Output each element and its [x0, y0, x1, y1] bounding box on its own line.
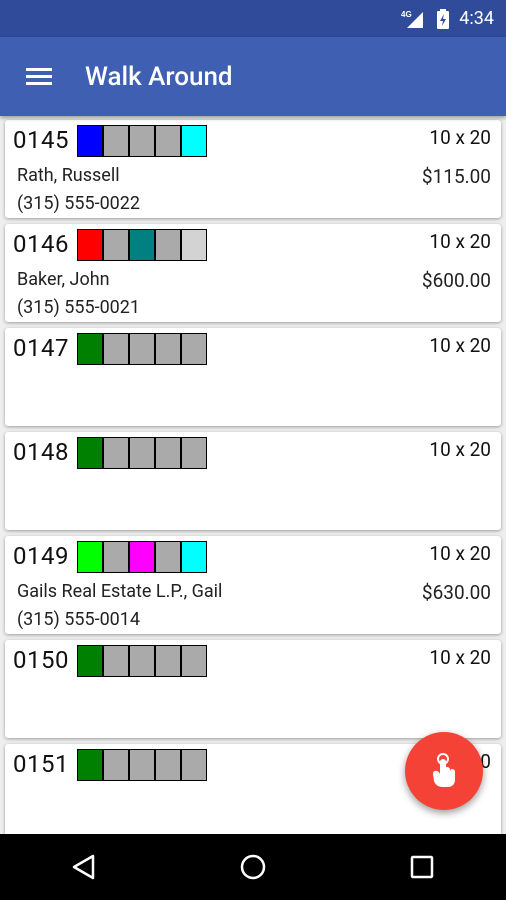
- status-swatch: [104, 646, 130, 676]
- status-swatch: [182, 646, 206, 676]
- tap-finger-icon: [433, 753, 455, 787]
- tenant-name: Gails Real Estate L.P., Gail: [17, 581, 223, 602]
- status-swatch: [104, 230, 130, 260]
- tenant-phone[interactable]: (315) 555-0021: [17, 297, 140, 318]
- status-color-swatches: [77, 749, 207, 781]
- status-time: 4:34: [459, 8, 494, 29]
- battery-icon: [437, 8, 450, 29]
- status-color-swatches: [77, 437, 207, 469]
- unit-number: 0145: [13, 126, 69, 154]
- walk-around-fab[interactable]: [405, 732, 483, 810]
- status-swatch: [182, 230, 206, 260]
- status-swatch: [156, 230, 182, 260]
- unit-number: 0151: [13, 750, 69, 778]
- unit-size: 10 x 20: [429, 438, 491, 461]
- status-swatch: [130, 438, 156, 468]
- unit-card[interactable]: 0150 10 x 20: [5, 640, 501, 738]
- unit-card[interactable]: 0148 10 x 20: [5, 432, 501, 530]
- unit-card[interactable]: 0145 10 x 20 Rath, Russell $115.00 (315) 555…: [5, 120, 501, 218]
- unit-card[interactable]: 0146 10 x 20 Baker, John $600.00 (315) 555-0…: [5, 224, 501, 322]
- recents-square-icon: [410, 855, 433, 879]
- rent-price: $630.00: [421, 581, 491, 604]
- unit-size: 10 x 20: [429, 542, 491, 565]
- signal-icon: 4G: [401, 9, 427, 29]
- status-swatch: [104, 438, 130, 468]
- tenant-name: Rath, Russell: [17, 165, 120, 186]
- unit-number: 0147: [13, 334, 69, 362]
- unit-list[interactable]: 0145 10 x 20 Rath, Russell $115.00 (315) 555…: [0, 116, 506, 834]
- unit-card[interactable]: 0149 10 x 20 Gails Real Estate L.P., Gail $…: [5, 536, 501, 634]
- status-swatch: [130, 646, 156, 676]
- status-swatch: [78, 646, 104, 676]
- status-swatch: [130, 126, 156, 156]
- status-swatch: [182, 750, 206, 780]
- system-nav-bar: [0, 834, 506, 900]
- status-swatch: [156, 126, 182, 156]
- status-color-swatches: [77, 125, 207, 157]
- rent-price: $600.00: [421, 269, 491, 292]
- home-button[interactable]: [223, 837, 283, 897]
- back-triangle-icon: [73, 854, 95, 880]
- status-color-swatches: [77, 541, 207, 573]
- status-swatch: [130, 750, 156, 780]
- tenant-phone[interactable]: (315) 555-0022: [17, 193, 140, 214]
- page-title: Walk Around: [85, 61, 233, 92]
- status-swatch: [78, 126, 104, 156]
- unit-size: 10 x 20: [429, 646, 491, 669]
- status-swatch: [182, 126, 206, 156]
- status-swatch: [104, 542, 130, 572]
- recents-button[interactable]: [392, 837, 452, 897]
- unit-number: 0150: [13, 646, 69, 674]
- unit-number: 0149: [13, 542, 69, 570]
- status-swatch: [130, 230, 156, 260]
- menu-button[interactable]: [20, 57, 60, 97]
- status-swatch: [78, 542, 104, 572]
- status-bar: 4G 4:34: [0, 0, 506, 37]
- home-circle-icon: [240, 854, 266, 880]
- status-swatch: [156, 438, 182, 468]
- unit-size: 10 x 20: [429, 230, 491, 253]
- status-color-swatches: [77, 645, 207, 677]
- hamburger-menu-icon: [26, 67, 52, 85]
- unit-number: 0148: [13, 438, 69, 466]
- status-color-swatches: [77, 333, 207, 365]
- back-button[interactable]: [54, 837, 114, 897]
- status-swatch: [156, 646, 182, 676]
- status-swatch: [104, 750, 130, 780]
- unit-card[interactable]: 0147 10 x 20: [5, 328, 501, 426]
- status-swatch: [78, 750, 104, 780]
- unit-size: 10 x 20: [429, 334, 491, 357]
- status-swatch: [130, 542, 156, 572]
- tenant-phone[interactable]: (315) 555-0014: [17, 609, 140, 630]
- status-swatch: [104, 334, 130, 364]
- status-swatch: [78, 334, 104, 364]
- rent-price: $115.00: [421, 165, 491, 188]
- status-swatch: [182, 542, 206, 572]
- svg-text:4G: 4G: [401, 10, 412, 19]
- status-color-swatches: [77, 229, 207, 261]
- unit-size: 10 x 20: [429, 126, 491, 149]
- status-swatch: [156, 750, 182, 780]
- status-swatch: [104, 126, 130, 156]
- status-swatch: [78, 438, 104, 468]
- status-swatch: [182, 334, 206, 364]
- tenant-name: Baker, John: [17, 269, 110, 290]
- status-swatch: [182, 438, 206, 468]
- status-swatch: [78, 230, 104, 260]
- status-swatch: [156, 334, 182, 364]
- app-bar: Walk Around: [0, 37, 506, 116]
- unit-number: 0146: [13, 230, 69, 258]
- status-swatch: [156, 542, 182, 572]
- status-swatch: [130, 334, 156, 364]
